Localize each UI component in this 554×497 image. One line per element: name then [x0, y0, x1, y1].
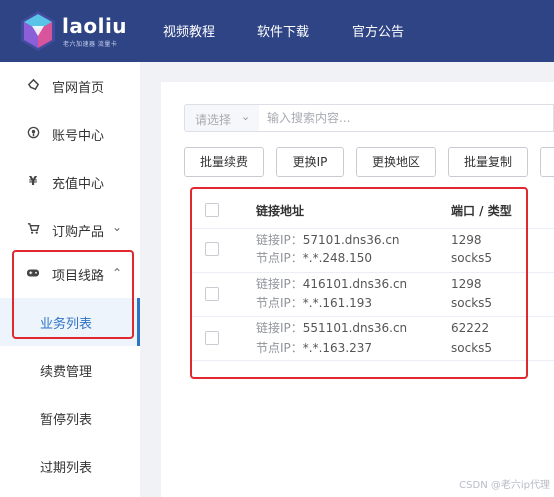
sidebar-item-label: 充值中心	[52, 177, 105, 192]
sidebar-item-label: 官网首页	[52, 81, 105, 96]
select-placeholder: 请选择	[195, 113, 232, 127]
change-ip-button[interactable]: 更换IP	[276, 147, 344, 177]
user-icon	[26, 126, 40, 140]
top-header: laoliu 老六加速器 流量卡 视频教程 软件下载 官方公告	[0, 0, 554, 62]
yen-icon: ¥	[28, 174, 38, 188]
logo-mark-icon	[21, 11, 55, 51]
brand-logo[interactable]: laoliu 老六加速器 流量卡	[14, 8, 134, 54]
sidebar-item-expired[interactable]: 过期列表	[0, 442, 140, 490]
cart-icon	[26, 222, 40, 236]
sidebar-item-renewal[interactable]: 续费管理	[0, 346, 140, 394]
chevron-down-icon: ⌄	[112, 220, 123, 234]
sidebar-item-recharge[interactable]: ¥ 充值中心	[0, 158, 140, 206]
highlight-box-table	[190, 187, 528, 379]
sidebar-item-order[interactable]: 订购产品 ⌄	[0, 206, 140, 254]
active-indicator	[137, 298, 140, 346]
search-input[interactable]	[259, 105, 554, 131]
brand-tagline: 老六加速器 流量卡	[63, 41, 118, 48]
change-region-button[interactable]: 更换地区	[356, 147, 436, 177]
sidebar-item-label: 续费管理	[40, 365, 93, 380]
sidebar-item-label: 账号中心	[52, 129, 105, 144]
chevron-down-icon: ⌄	[241, 110, 251, 123]
sidebar-item-home[interactable]: 官网首页	[0, 62, 140, 110]
batch-renew-button[interactable]: 批量续费	[184, 147, 264, 177]
highlight-box-sidebar	[12, 250, 134, 339]
sidebar-item-account[interactable]: 账号中心	[0, 110, 140, 158]
sidebar-item-label: 订购产品	[52, 225, 105, 240]
watermark: CSDN @老六ip代理	[459, 480, 550, 491]
search-box	[259, 104, 554, 132]
brand-name: laoliu	[62, 14, 128, 38]
sidebar-item-label: 过期列表	[40, 461, 93, 476]
nav-video-tutorials[interactable]: 视频教程	[163, 21, 215, 40]
home-icon	[26, 78, 40, 92]
sidebar-item-label: 暂停列表	[40, 413, 93, 428]
nav-announcements[interactable]: 官方公告	[352, 21, 404, 40]
batch-copy-button[interactable]: 批量复制	[448, 147, 528, 177]
more-button[interactable]	[540, 147, 554, 177]
sidebar-item-paused[interactable]: 暂停列表	[0, 394, 140, 442]
filter-select[interactable]: 请选择 ⌄	[184, 104, 260, 132]
nav-software-download[interactable]: 软件下载	[257, 21, 309, 40]
